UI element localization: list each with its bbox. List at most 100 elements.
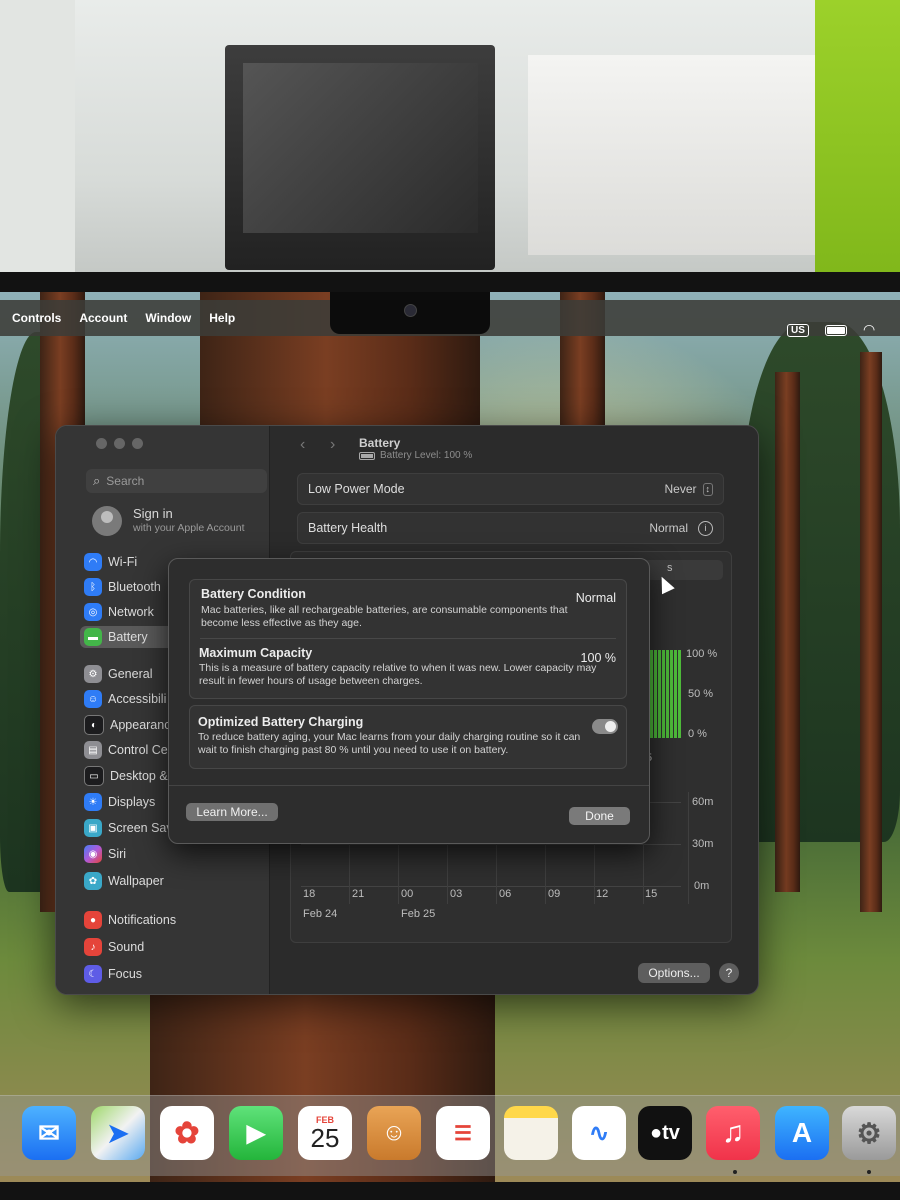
screensaver-icon: ▣ [84, 819, 102, 837]
camera-icon [404, 304, 417, 317]
music-app-icon[interactable]: ♫ [706, 1106, 760, 1160]
moon-icon: ☾ [84, 965, 102, 983]
sidebar-item-focus[interactable]: ☾ Focus [80, 963, 262, 985]
sidebar-item-label: General [108, 667, 153, 681]
sidebar-item-label: Control Cen [108, 743, 175, 757]
battery-level-bar [650, 650, 653, 738]
wifi-status-icon[interactable]: ◠ [863, 321, 875, 338]
battery-level-bar [666, 650, 669, 738]
sidebar-item-label: Wallpaper [108, 874, 164, 888]
options-button[interactable]: Options... [638, 963, 710, 983]
battery-level-bar [662, 650, 665, 738]
apple-logo-icon: ● [650, 1121, 663, 1144]
condition-description: Mac batteries, like all rechargeable bat… [201, 604, 568, 629]
wifi-icon: ◠ [84, 553, 102, 571]
battery-health-row: Battery Health Normal i [297, 512, 724, 544]
search-icon: ⌕ [93, 473, 101, 488]
control-center-icon: ▤ [84, 741, 102, 759]
back-button[interactable]: ‹ [300, 436, 305, 454]
battery-level-bar [670, 650, 673, 738]
notes-app-icon[interactable] [504, 1106, 558, 1160]
menu-help[interactable]: Help [209, 311, 235, 325]
usage-vgrid [688, 792, 689, 904]
usage-tick-label: 0m [694, 880, 710, 892]
signin-title: Sign in [133, 506, 173, 521]
battery-status-icon[interactable] [825, 325, 847, 336]
freeform-app-icon[interactable]: ∿ [572, 1106, 626, 1160]
usage-gridline [301, 886, 681, 887]
done-button[interactable]: Done [569, 807, 630, 825]
battery-level-text: Battery Level: 100 % [380, 450, 473, 461]
x-tick-label: 21 [352, 888, 365, 900]
chevron-updown-icon: ↕ [702, 482, 713, 496]
low-power-mode-popup[interactable]: Never ↕ [664, 482, 713, 496]
photo-box [528, 55, 828, 255]
optimized-charging-title: Optimized Battery Charging [198, 715, 364, 729]
reminders-app-icon[interactable]: ☰ [436, 1106, 490, 1160]
optimized-charging-toggle[interactable] [592, 719, 618, 734]
low-power-mode-label: Low Power Mode [308, 482, 405, 496]
sidebar-item-wallpaper[interactable]: ✿ Wallpaper [80, 870, 262, 892]
sheet-divider [169, 785, 649, 786]
x-tick-label: 12 [596, 888, 609, 900]
avatar [92, 506, 122, 536]
low-power-mode-row: Low Power Mode Never ↕ [297, 473, 724, 505]
signin-subtitle: with your Apple Account [133, 522, 245, 534]
sidebar-item-label: Appearanc [110, 718, 171, 732]
usage-vgrid [496, 844, 497, 904]
menu-window[interactable]: Window [145, 311, 191, 325]
sidebar-item-label: Notifications [108, 913, 177, 927]
menu-account[interactable]: Account [79, 311, 127, 325]
maps-app-icon[interactable]: ➤ [91, 1106, 145, 1160]
photo-cabinet [225, 45, 495, 270]
battery-health-value: Normal [649, 521, 688, 535]
battery-level-bar [658, 650, 661, 738]
input-source-indicator[interactable]: US [787, 324, 809, 337]
usage-vgrid [545, 844, 546, 904]
sidebar-item-siri[interactable]: ◉ Siri [80, 843, 262, 865]
sidebar-item-label: Siri [108, 847, 127, 861]
tv-label: tv [662, 1121, 680, 1144]
contacts-app-icon[interactable]: ☺ [367, 1106, 421, 1160]
x-tick-label: 15 [645, 888, 658, 900]
sidebar-item-label: Battery [108, 630, 148, 644]
condition-value: Normal [575, 591, 616, 605]
tv-app-icon[interactable]: ● tv [638, 1106, 692, 1160]
sun-icon: ☀ [84, 793, 102, 811]
battery-level-bar [674, 650, 677, 738]
sidebar-item-notifications[interactable]: ● Notifications [80, 909, 262, 931]
sidebar-item-label: Focus [108, 967, 143, 981]
sidebar-item-label: Screen Sav [108, 821, 173, 835]
menu-controls[interactable]: Controls [12, 311, 61, 325]
battery-health-label: Battery Health [308, 521, 388, 535]
sidebar-item-label: Wi-Fi [108, 555, 138, 569]
calendar-app-icon[interactable]: FEB 25 [298, 1106, 352, 1160]
learn-more-button[interactable]: Learn More... [186, 803, 278, 821]
running-indicator [733, 1170, 737, 1174]
app-store-icon[interactable]: A [775, 1106, 829, 1160]
facetime-app-icon[interactable]: ▶ [229, 1106, 283, 1160]
sidebar-item-label: Accessibili [108, 692, 167, 706]
segment-fragment: s [667, 562, 673, 574]
help-button[interactable]: ? [719, 963, 739, 983]
x-tick-label: 00 [401, 888, 414, 900]
mail-app-icon[interactable]: ✉ [22, 1106, 76, 1160]
accessibility-icon: ☺ [84, 690, 102, 708]
forward-button[interactable]: › [330, 436, 335, 454]
running-indicator [867, 1170, 871, 1174]
sidebar-search-field[interactable]: ⌕ Search [86, 469, 267, 493]
sidebar-item-sound[interactable]: ♪ Sound [80, 936, 262, 958]
zoom-window-button[interactable] [132, 438, 143, 449]
photos-app-icon[interactable]: ✿ [160, 1106, 214, 1160]
minimize-window-button[interactable] [114, 438, 125, 449]
info-icon[interactable]: i [698, 520, 713, 536]
group-separator [200, 638, 616, 639]
optimized-charging-description: To reduce battery aging, your Mac learns… [198, 731, 581, 756]
usage-vgrid [447, 844, 448, 904]
system-settings-app-icon[interactable]: ⚙ [842, 1106, 896, 1160]
bell-icon: ● [84, 911, 102, 929]
usage-tick-label: 30m [692, 838, 714, 850]
close-window-button[interactable] [96, 438, 107, 449]
low-power-mode-value: Never [664, 482, 697, 496]
usage-tick-label: 60m [692, 796, 714, 808]
